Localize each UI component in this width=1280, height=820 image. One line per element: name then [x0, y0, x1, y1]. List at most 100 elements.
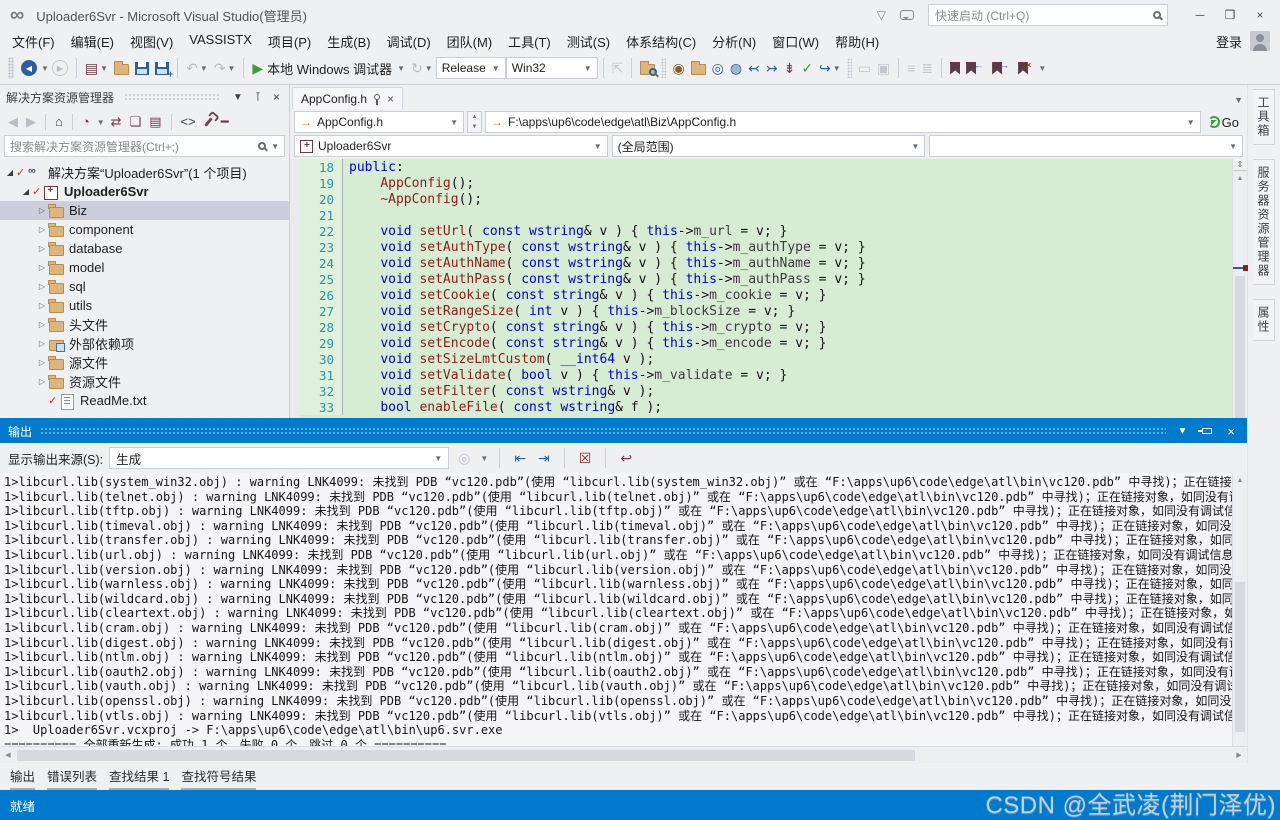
breakpoint-margin[interactable] [290, 159, 300, 418]
menu-item[interactable]: 工具(T) [500, 30, 559, 53]
previous-message-icon[interactable]: ⇤ [511, 450, 529, 467]
find-in-files-icon[interactable] [637, 59, 658, 77]
tree-item[interactable]: ▷database [0, 239, 289, 258]
undo-icon[interactable]: ↶▼ [183, 59, 211, 77]
se-collapse-all-icon[interactable]: ❏ [128, 114, 144, 130]
notifications-flag-icon[interactable]: ▽ [877, 8, 886, 22]
split-editor-handle[interactable]: ⇕ [1233, 159, 1247, 171]
panel-drag-grip[interactable] [40, 427, 1165, 435]
next-bookmark-icon[interactable]: → [989, 60, 1015, 77]
solution-colors-icon[interactable]: ◉ [669, 59, 687, 77]
window-position-dropdown[interactable]: ▼ [1174, 426, 1192, 437]
spell-check-icon[interactable]: ✓ [798, 59, 816, 77]
auto-hide-pin-icon[interactable] [1202, 428, 1212, 434]
clear-bookmarks-icon[interactable]: × [1015, 60, 1037, 77]
scrollbar-thumb[interactable] [1235, 582, 1245, 732]
next-message-icon[interactable]: ⇥ [535, 450, 553, 467]
save-all-icon[interactable]: + [152, 60, 172, 77]
tree-item[interactable]: ◢✓解决方案“Uploader6Svr”(1 个项目) [0, 163, 289, 182]
menu-item[interactable]: 测试(S) [559, 30, 618, 53]
symbol-spinner[interactable]: ▲▼ [467, 111, 482, 133]
menu-item[interactable]: 体系结构(C) [618, 30, 704, 53]
scrollbar-thumb[interactable] [17, 750, 915, 761]
close-button[interactable]: × [1246, 4, 1274, 26]
menu-item[interactable]: 分析(N) [704, 30, 764, 53]
scroll-up-arrow[interactable]: ▲ [1233, 473, 1247, 487]
tree-item[interactable]: ▷头文件 [0, 315, 289, 334]
toggle-bookmark-icon[interactable] [947, 60, 963, 77]
tree-item[interactable]: ◢✓Uploader6Svr [0, 182, 289, 201]
previous-bookmark-icon[interactable]: ← [963, 60, 989, 77]
open-corresponding-file-icon[interactable]: ↪▼ [816, 59, 844, 77]
tree-item[interactable]: ▷component [0, 220, 289, 239]
tree-item[interactable]: ▷model [0, 258, 289, 277]
tree-item[interactable]: ▷外部依赖项 [0, 334, 289, 353]
solution-search-input[interactable]: 搜索解决方案资源管理器(Ctrl+;) ▼ [4, 135, 285, 157]
menu-item[interactable]: 项目(P) [260, 30, 319, 53]
redo-icon[interactable]: ↷▼ [211, 59, 239, 77]
menu-item[interactable]: 编辑(E) [63, 30, 122, 53]
navigate-forward-icon[interactable]: ▶ [49, 58, 71, 78]
se-forward-icon[interactable]: ▶ [24, 114, 38, 130]
se-pending-changes-icon[interactable]: ◔ [80, 114, 92, 130]
tree-item[interactable]: ▷utils [0, 296, 289, 315]
toolbar-drag-handle[interactable] [8, 57, 14, 79]
se-properties-icon[interactable] [204, 117, 213, 127]
navigate-back-dropdown[interactable]: ▼ [41, 64, 49, 73]
menu-item[interactable]: 视图(V) [122, 30, 181, 53]
menu-item[interactable]: 帮助(H) [827, 30, 887, 53]
open-file-icon[interactable] [688, 59, 709, 77]
new-file-icon[interactable]: ▤▼ [82, 59, 111, 77]
scope-combo[interactable]: (全局范围) ▼ [612, 135, 926, 157]
output-vertical-scrollbar[interactable]: ▲ [1232, 473, 1247, 746]
expander-icon[interactable]: ◢ [4, 168, 16, 177]
panel-drag-grip[interactable] [124, 93, 220, 101]
scroll-right-arrow[interactable]: ▶ [1231, 751, 1247, 759]
increase-indent-icon[interactable]: ≣ [918, 59, 936, 77]
go-button[interactable]: Go [1204, 111, 1243, 133]
menu-item[interactable]: VASSISTX [181, 30, 260, 53]
expander-icon[interactable]: ▷ [36, 301, 48, 310]
expander-icon[interactable]: ▷ [36, 263, 48, 272]
vertical-tab[interactable]: 属性 [1253, 299, 1275, 341]
word-wrap-icon[interactable]: ↩ [617, 450, 635, 467]
start-debugger-button[interactable]: ▶本地 Windows 调试器▼ [249, 57, 408, 80]
expander-icon[interactable]: ▷ [36, 377, 48, 386]
save-icon[interactable] [132, 60, 152, 77]
expander-icon[interactable]: ◢ [20, 187, 32, 196]
add-item-icon[interactable] [111, 59, 132, 77]
navigate-backward-scope-icon[interactable]: ↢ [745, 59, 763, 77]
quick-launch-input[interactable]: 快速启动 (Ctrl+Q) [928, 4, 1168, 26]
box-icon[interactable]: ▭ [855, 59, 874, 77]
find-symbol-icon[interactable]: ◍ [727, 59, 745, 77]
vertical-tab[interactable]: 服务器资源管理器 [1253, 159, 1275, 285]
chevron-down-icon[interactable]: ▼ [97, 118, 105, 127]
clear-all-icon[interactable]: ☒ [576, 450, 595, 467]
menu-item[interactable]: 调试(D) [379, 30, 439, 53]
decrease-indent-icon[interactable]: ≡ [904, 59, 918, 77]
close-panel-icon[interactable]: × [1223, 424, 1239, 439]
code-editor[interactable]: 18public:19 AppConfig();20 ~AppConfig();… [300, 159, 1232, 418]
output-source-combo[interactable]: 生成 ▼ [109, 447, 449, 469]
user-avatar-icon[interactable] [1250, 31, 1270, 51]
menu-item[interactable]: 生成(B) [319, 30, 378, 53]
close-tab-icon[interactable]: × [387, 92, 394, 106]
feedback-icon[interactable] [900, 10, 914, 20]
platform-combo[interactable]: Win32▼ [506, 57, 598, 79]
minimize-button[interactable]: ─ [1186, 4, 1214, 26]
configuration-combo[interactable]: Release▼ [436, 57, 506, 79]
expander-icon[interactable]: ▷ [36, 282, 48, 291]
maximize-button[interactable]: ❐ [1216, 4, 1244, 26]
se-home-icon[interactable]: ⌂ [53, 114, 65, 130]
menu-item[interactable]: 文件(F) [4, 30, 63, 53]
copy-box-icon[interactable]: ▣ [874, 59, 893, 77]
pin-tab-icon[interactable] [374, 94, 380, 100]
expander-icon[interactable]: ▷ [36, 320, 48, 329]
se-show-all-files-icon[interactable]: ▤ [147, 114, 163, 130]
document-tab[interactable]: AppConfig.h × [292, 87, 403, 109]
goto-definition-icon[interactable]: ⇟ [781, 59, 799, 77]
pin-icon[interactable]: ⊺ [252, 90, 264, 104]
member-combo[interactable]: ▼ [929, 135, 1243, 157]
scroll-up-arrow[interactable]: ▲ [1233, 171, 1247, 185]
navigate-back-icon[interactable]: ◀ [18, 58, 40, 78]
